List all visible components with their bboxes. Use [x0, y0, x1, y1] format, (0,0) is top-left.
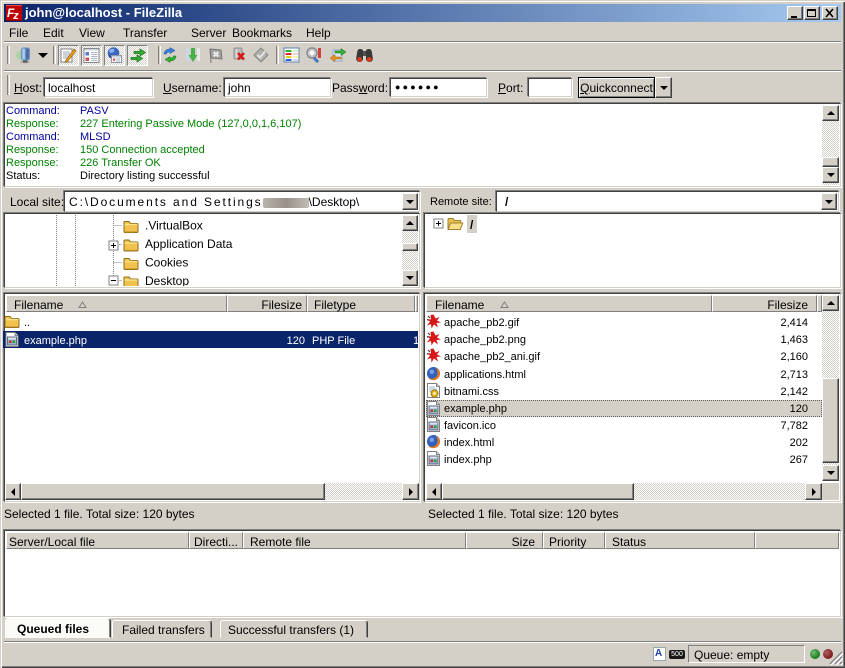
svg-text:Cookies: Cookies [145, 256, 188, 270]
svg-text:z: z [12, 10, 19, 21]
svg-text:Desktop: Desktop [145, 274, 189, 286]
svg-text:Application Data: Application Data [145, 237, 233, 251]
svg-text:.VirtualBox: .VirtualBox [145, 219, 203, 233]
